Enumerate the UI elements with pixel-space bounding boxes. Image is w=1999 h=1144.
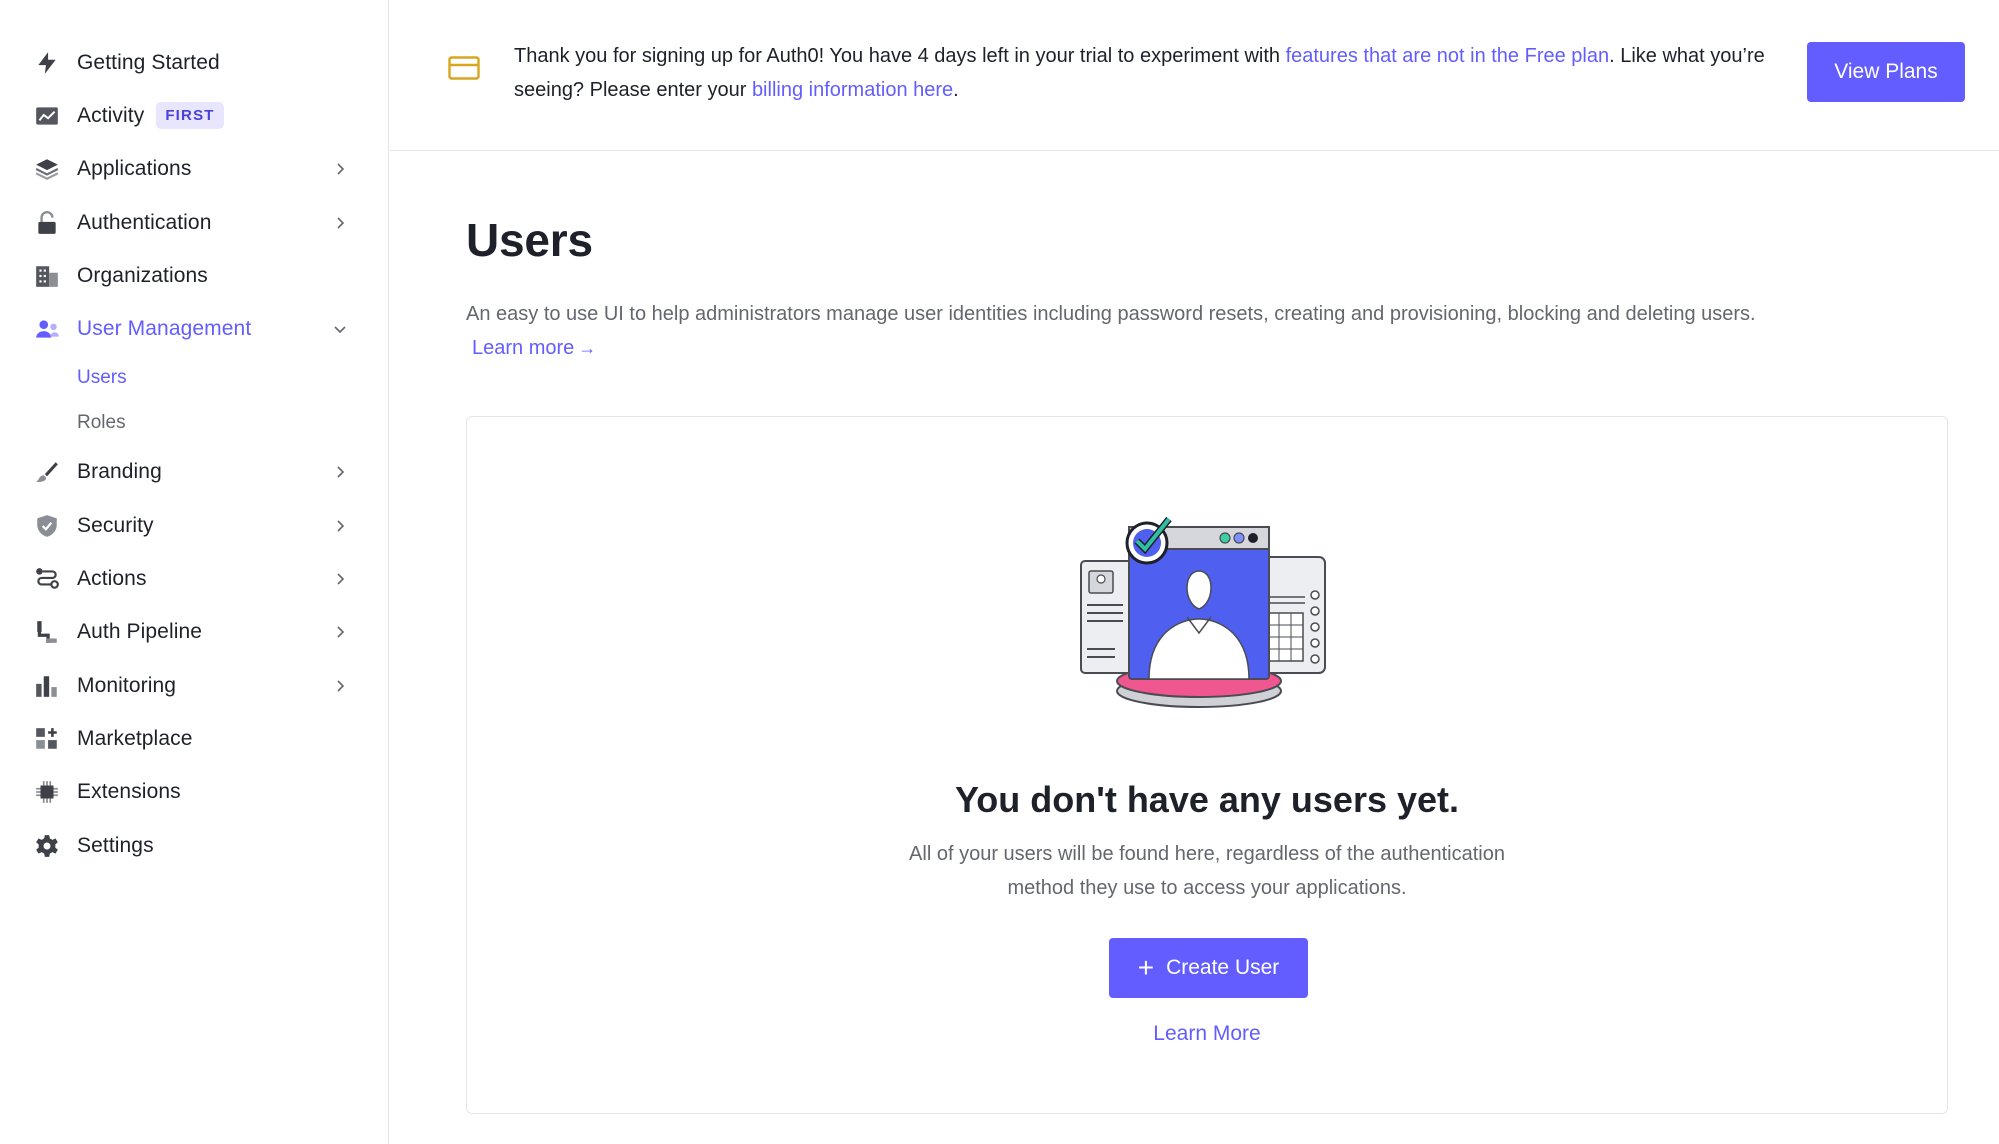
sidebar-item-label: Security (77, 513, 154, 537)
free-plan-features-link[interactable]: features that are not in the Free plan (1286, 45, 1610, 67)
create-user-button[interactable]: + Create User (1109, 938, 1308, 998)
empty-state-title: You don't have any users yet. (954, 779, 1460, 820)
users-icon (33, 315, 61, 343)
bar-chart-icon (33, 672, 61, 700)
sidebar: Getting Started Activity FIRST Applicati… (0, 0, 389, 1144)
chevron-right-icon (337, 466, 345, 478)
sidebar-item-label: Settings (77, 833, 154, 857)
billing-information-link[interactable]: billing information here (752, 79, 953, 101)
sidebar-item-label: Activity (77, 103, 145, 127)
sidebar-item-label: Auth Pipeline (77, 620, 203, 644)
sidebar-item-label: Organizations (77, 263, 208, 287)
sidebar-item-label: Extensions (77, 780, 181, 804)
chevron-right-icon (337, 216, 345, 229)
sidebar-item-authentication[interactable]: Authentication (0, 196, 388, 249)
empty-state-card: You don't have any users yet. All of you… (466, 416, 1948, 1114)
sidebar-item-applications[interactable]: Applications (0, 143, 388, 196)
plus-icon: + (1137, 952, 1155, 983)
users-empty-illustration (1080, 516, 1326, 708)
chevron-down-icon (334, 326, 346, 334)
learn-more-link[interactable]: Learn more → (472, 337, 596, 359)
chip-icon (33, 778, 61, 806)
sidebar-item-label: Monitoring (77, 673, 177, 697)
pipeline-icon (33, 618, 61, 646)
sidebar-item-label: Actions (77, 567, 147, 591)
sidebar-item-extensions[interactable]: Extensions (0, 766, 388, 819)
layers-icon (33, 155, 61, 183)
empty-state-description: All of your users will be found here, re… (467, 837, 1947, 905)
page-description: An easy to use UI to help administrators… (466, 297, 1986, 365)
banner-text-after: . (953, 79, 959, 101)
trial-banner: Thank you for signing up for Auth0! You … (390, 0, 1999, 151)
sidebar-item-marketplace[interactable]: Marketplace (0, 712, 388, 765)
gear-icon (33, 832, 61, 860)
empty-state-desc-line2: method they use to access your applicati… (1007, 877, 1407, 899)
sidebar-subitem-roles[interactable]: Roles (0, 401, 388, 446)
sidebar-item-actions[interactable]: Actions (0, 552, 388, 605)
learn-more-link-empty-state[interactable]: Learn More (467, 1022, 1947, 1046)
page-title: Users (466, 214, 593, 266)
grid-plus-icon (33, 725, 61, 753)
building-icon (33, 262, 61, 290)
sidebar-item-activity[interactable]: Activity FIRST (0, 89, 388, 142)
banner-text-before: Thank you for signing up for Auth0! You … (514, 45, 1286, 67)
shield-icon (33, 512, 61, 540)
sidebar-item-label: Marketplace (77, 726, 193, 750)
sidebar-item-getting-started[interactable]: Getting Started (0, 36, 388, 89)
sidebar-item-settings[interactable]: Settings (0, 819, 388, 872)
empty-state-desc-line1: All of your users will be found here, re… (909, 843, 1505, 865)
chevron-right-icon (337, 680, 345, 692)
sidebar-nav: Getting Started Activity FIRST Applicati… (0, 0, 388, 872)
sidebar-item-label: User Management (77, 317, 252, 341)
credit-card-icon (448, 56, 480, 80)
sidebar-item-user-management[interactable]: User Management (0, 302, 388, 355)
chevron-right-icon (337, 573, 345, 585)
learn-more-label: Learn more (472, 337, 575, 359)
lock-icon (33, 209, 61, 237)
sidebar-item-auth-pipeline[interactable]: Auth Pipeline (0, 606, 388, 659)
chevron-right-icon (337, 520, 345, 532)
sidebar-item-label: Authentication (77, 210, 212, 234)
sidebar-item-security[interactable]: Security (0, 499, 388, 552)
chevron-right-icon (337, 626, 345, 638)
main-content: Users An easy to use UI to help administ… (466, 151, 1949, 1114)
first-badge: FIRST (156, 102, 224, 130)
sidebar-item-label: Getting Started (77, 50, 220, 74)
sidebar-item-label: Branding (77, 460, 162, 484)
trending-icon (33, 102, 61, 130)
arrow-right-icon: → (578, 338, 597, 358)
brush-icon (33, 458, 61, 486)
sidebar-subitem-users[interactable]: Users (0, 356, 388, 401)
flow-icon (33, 565, 61, 593)
chevron-right-icon (337, 163, 345, 175)
sidebar-item-branding[interactable]: Branding (0, 446, 388, 499)
view-plans-button[interactable]: View Plans (1807, 42, 1965, 102)
sidebar-item-organizations[interactable]: Organizations (0, 249, 388, 302)
lightning-icon (33, 49, 61, 77)
banner-message: Thank you for signing up for Auth0! You … (514, 39, 1784, 107)
page-description-text: An easy to use UI to help administrators… (466, 303, 1756, 325)
sidebar-item-label: Applications (77, 157, 192, 181)
sidebar-item-monitoring[interactable]: Monitoring (0, 659, 388, 712)
create-user-label: Create User (1166, 956, 1280, 979)
